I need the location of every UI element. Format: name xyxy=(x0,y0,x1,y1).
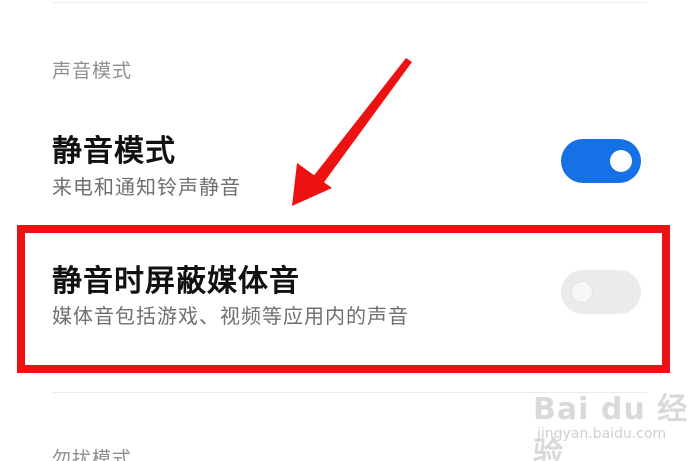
mute-media-subtitle: 媒体音包括游戏、视频等应用内的声音 xyxy=(52,304,409,328)
toggle-knob xyxy=(610,150,632,172)
silent-mode-title: 静音模式 xyxy=(52,134,176,169)
section-header-dnd: 勿扰模式 xyxy=(52,448,133,461)
silent-mode-toggle[interactable] xyxy=(561,139,641,183)
toggle-knob xyxy=(571,281,593,303)
watermark-url: jingyan.baidu.com xyxy=(537,426,667,442)
mute-media-title: 静音时屏蔽媒体音 xyxy=(52,264,300,299)
top-divider xyxy=(52,2,647,3)
watermark-logo: Bai du 经验 xyxy=(533,392,689,461)
mute-media-toggle[interactable] xyxy=(561,270,641,314)
section-header-sound-mode: 声音模式 xyxy=(52,60,133,82)
settings-screen: 声音模式 静音模式 来电和通知铃声静音 静音时屏蔽媒体音 媒体音包括游戏、视频等… xyxy=(0,0,699,461)
baidu-jingyan-watermark: Bai du 经验 jingyan.baidu.com xyxy=(533,384,693,461)
silent-mode-subtitle: 来电和通知铃声静音 xyxy=(52,175,241,199)
section-divider xyxy=(52,392,647,393)
